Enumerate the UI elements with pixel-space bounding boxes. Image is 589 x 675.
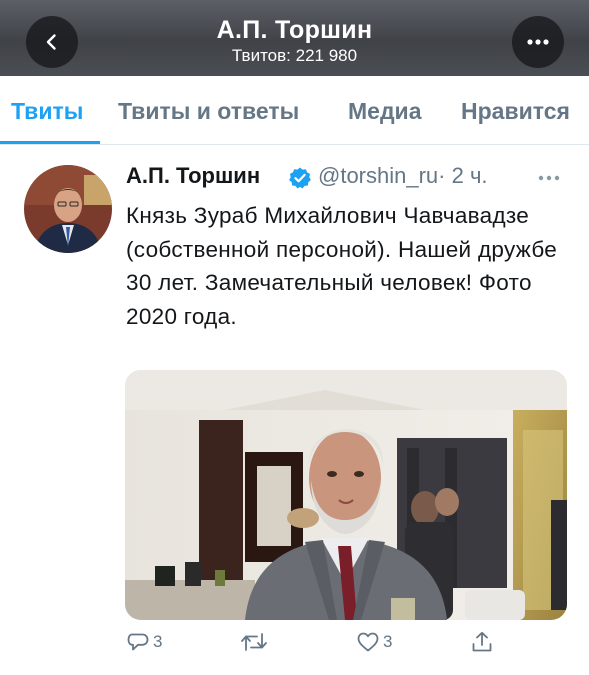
heart-icon	[357, 632, 379, 652]
more-options-button[interactable]	[512, 16, 564, 68]
reply-count: 3	[153, 632, 163, 651]
tweet-text: Князь Зураб Михайлович Чавчавадзе (собст…	[126, 203, 558, 329]
author-name[interactable]: А.П. Торшин	[126, 163, 260, 189]
tab-media[interactable]: Медиа	[348, 98, 421, 125]
profile-header: А.П. Торшин Твитов: 221 980	[0, 0, 589, 76]
tweet-time: · 2 ч.	[438, 163, 488, 188]
tweet-actions: 3 3	[0, 630, 589, 666]
like-count: 3	[383, 632, 393, 651]
ellipsis-icon	[527, 39, 549, 45]
share-icon	[472, 631, 492, 652]
tweet-more-button[interactable]	[537, 162, 561, 188]
author-handle-and-time[interactable]: @torshin_ru· 2 ч.	[318, 163, 488, 189]
like-button[interactable]: 3	[356, 630, 392, 654]
tab-tweets-and-replies[interactable]: Твиты и ответы	[118, 98, 299, 125]
profile-tabs: Твиты Твиты и ответы Медиа Нравится	[0, 76, 589, 145]
retweet-icon	[241, 633, 267, 651]
author-handle[interactable]: @torshin_ru	[318, 163, 438, 188]
active-tab-indicator	[0, 141, 100, 144]
ellipsis-icon	[538, 175, 560, 181]
retweet-button[interactable]	[240, 630, 271, 654]
reply-icon	[127, 633, 149, 651]
profile-title: А.П. Торшин	[216, 16, 373, 44]
tab-likes[interactable]: Нравится	[461, 98, 570, 125]
tab-tweets[interactable]: Твиты	[11, 98, 83, 125]
avatar[interactable]	[24, 165, 112, 253]
verified-badge-icon	[289, 167, 311, 189]
avatar-photo	[24, 165, 112, 253]
reply-button[interactable]: 3	[126, 630, 162, 654]
tweet-photo[interactable]	[125, 370, 567, 620]
tweet-count: Твитов: 221 980	[231, 46, 358, 65]
tweet-photo-image	[125, 370, 567, 620]
share-button[interactable]	[470, 630, 494, 654]
